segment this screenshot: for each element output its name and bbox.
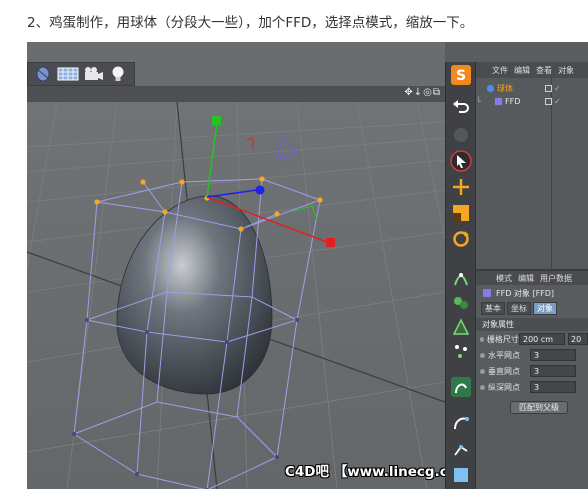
enabled-check-icon[interactable]: ✓	[554, 84, 561, 93]
grid-size-field[interactable]	[519, 333, 565, 345]
viewport-nav-icons[interactable]: ✥↓◎⧉	[404, 87, 441, 98]
object-manager-menu: 文件 编辑 查看 对象	[476, 62, 588, 78]
svg-text:S: S	[456, 68, 466, 84]
select-arrow-icon[interactable]	[449, 150, 473, 172]
prop-vertical-points: 垂直网点	[476, 363, 588, 379]
camera-icon[interactable]	[82, 65, 104, 83]
sphere-object-icon	[486, 84, 495, 92]
light-bulb-icon[interactable]	[107, 65, 129, 83]
axis-y-handle	[212, 116, 221, 125]
grid-plane-icon[interactable]	[57, 65, 79, 83]
axis-z-handle	[255, 185, 265, 195]
animate-dot-icon[interactable]	[480, 368, 485, 374]
prop-label: 水平网点	[488, 350, 520, 360]
prop-label: 栅格尺寸	[486, 334, 519, 344]
om-object-name: 球体	[497, 83, 513, 93]
cinema4d-window: ✥↓◎⧉ C4D吧 【www.linecg.c S 文件 编辑 查看 对象 球体…	[27, 42, 588, 489]
om-object-name: FFD	[505, 96, 521, 106]
visibility-toggle[interactable]	[545, 97, 552, 105]
move-icon[interactable]	[449, 176, 473, 198]
prop-label: 纵深网点	[488, 382, 520, 392]
knife-icon[interactable]	[449, 438, 473, 460]
am-menu-edit[interactable]: 编辑	[518, 273, 534, 284]
am-section-header: 对象属性	[476, 318, 588, 331]
watermark: C4D吧 【www.linecg.com/tieba/1799】	[285, 464, 445, 480]
undo-icon[interactable]	[449, 96, 473, 118]
tab-coord[interactable]: 坐标	[507, 301, 531, 315]
axis-x-handle	[326, 238, 335, 247]
palette-more-icon[interactable]	[449, 464, 473, 486]
fit-to-parent-button[interactable]: 匹配到父级	[510, 401, 568, 414]
viewport-header: ✥↓◎⧉	[27, 86, 445, 102]
tab-object[interactable]: 对象	[533, 301, 557, 315]
viewport-toolbar	[27, 62, 135, 86]
animate-dot-icon[interactable]	[480, 384, 485, 390]
scale-icon[interactable]	[449, 202, 473, 224]
caption: 2、鸡蛋制作，用球体（分段大一些），加个FFD，选择点模式，缩放一下。	[27, 15, 474, 31]
viewport-scene[interactable]	[27, 102, 445, 489]
tool-palette: S	[445, 62, 475, 489]
om-row-ffd[interactable]: └ FFD ✓	[476, 95, 588, 107]
disabled-icon	[449, 124, 473, 146]
grid-size-field-y[interactable]	[568, 333, 588, 345]
sphere-icon[interactable]	[32, 65, 54, 83]
points-icon[interactable]	[449, 340, 473, 362]
am-title-text: FFD 对象 [FFD]	[496, 288, 555, 298]
am-tabs: 基本 坐标 对象	[476, 301, 588, 315]
tab-basic[interactable]: 基本	[481, 301, 505, 315]
bend-icon[interactable]	[449, 376, 473, 398]
am-title: FFD 对象 [FFD]	[476, 285, 588, 301]
cloner-icon[interactable]	[449, 292, 473, 314]
ffd-object-icon	[483, 289, 491, 297]
om-menu-edit[interactable]: 编辑	[514, 65, 530, 76]
attribute-manager-menu: 模式 编辑 用户数据	[476, 271, 588, 285]
deformer-icon[interactable]	[449, 268, 473, 290]
om-menu-file[interactable]: 文件	[492, 65, 508, 76]
polygon-pen-icon[interactable]	[449, 412, 473, 434]
prop-depth-points: 纵深网点	[476, 379, 588, 395]
om-menu-view[interactable]: 查看	[536, 65, 552, 76]
ffd-object-icon	[494, 97, 503, 105]
am-menu-userdata[interactable]: 用户数据	[540, 273, 572, 284]
viewport[interactable]: ✥↓◎⧉ C4D吧 【www.linecg.c	[27, 42, 445, 489]
prop-horizontal-points: 水平网点	[476, 347, 588, 363]
animate-dot-icon[interactable]	[480, 336, 484, 342]
prop-label: 垂直网点	[488, 366, 520, 376]
deform-tool-icon[interactable]	[449, 316, 473, 338]
vertical-points-field[interactable]	[530, 365, 576, 377]
am-menu-mode[interactable]: 模式	[496, 273, 512, 284]
enabled-check-icon[interactable]: ✓	[554, 97, 561, 106]
prop-grid-size: 栅格尺寸	[476, 331, 588, 347]
scene-s-icon[interactable]: S	[449, 64, 473, 86]
visibility-toggle[interactable]	[545, 84, 552, 92]
attribute-manager: 模式 编辑 用户数据 FFD 对象 [FFD] 基本 坐标 对象 对象属性 栅格…	[475, 269, 588, 489]
object-manager: 文件 编辑 查看 对象 球体 ✓ └ FFD ✓	[475, 62, 588, 269]
om-row-sphere[interactable]: 球体 ✓	[476, 82, 588, 94]
depth-points-field[interactable]	[530, 381, 576, 393]
animate-dot-icon[interactable]	[480, 352, 485, 358]
om-menu-object[interactable]: 对象	[558, 65, 574, 76]
rotate-icon[interactable]	[449, 228, 473, 250]
horizontal-points-field[interactable]	[530, 349, 576, 361]
